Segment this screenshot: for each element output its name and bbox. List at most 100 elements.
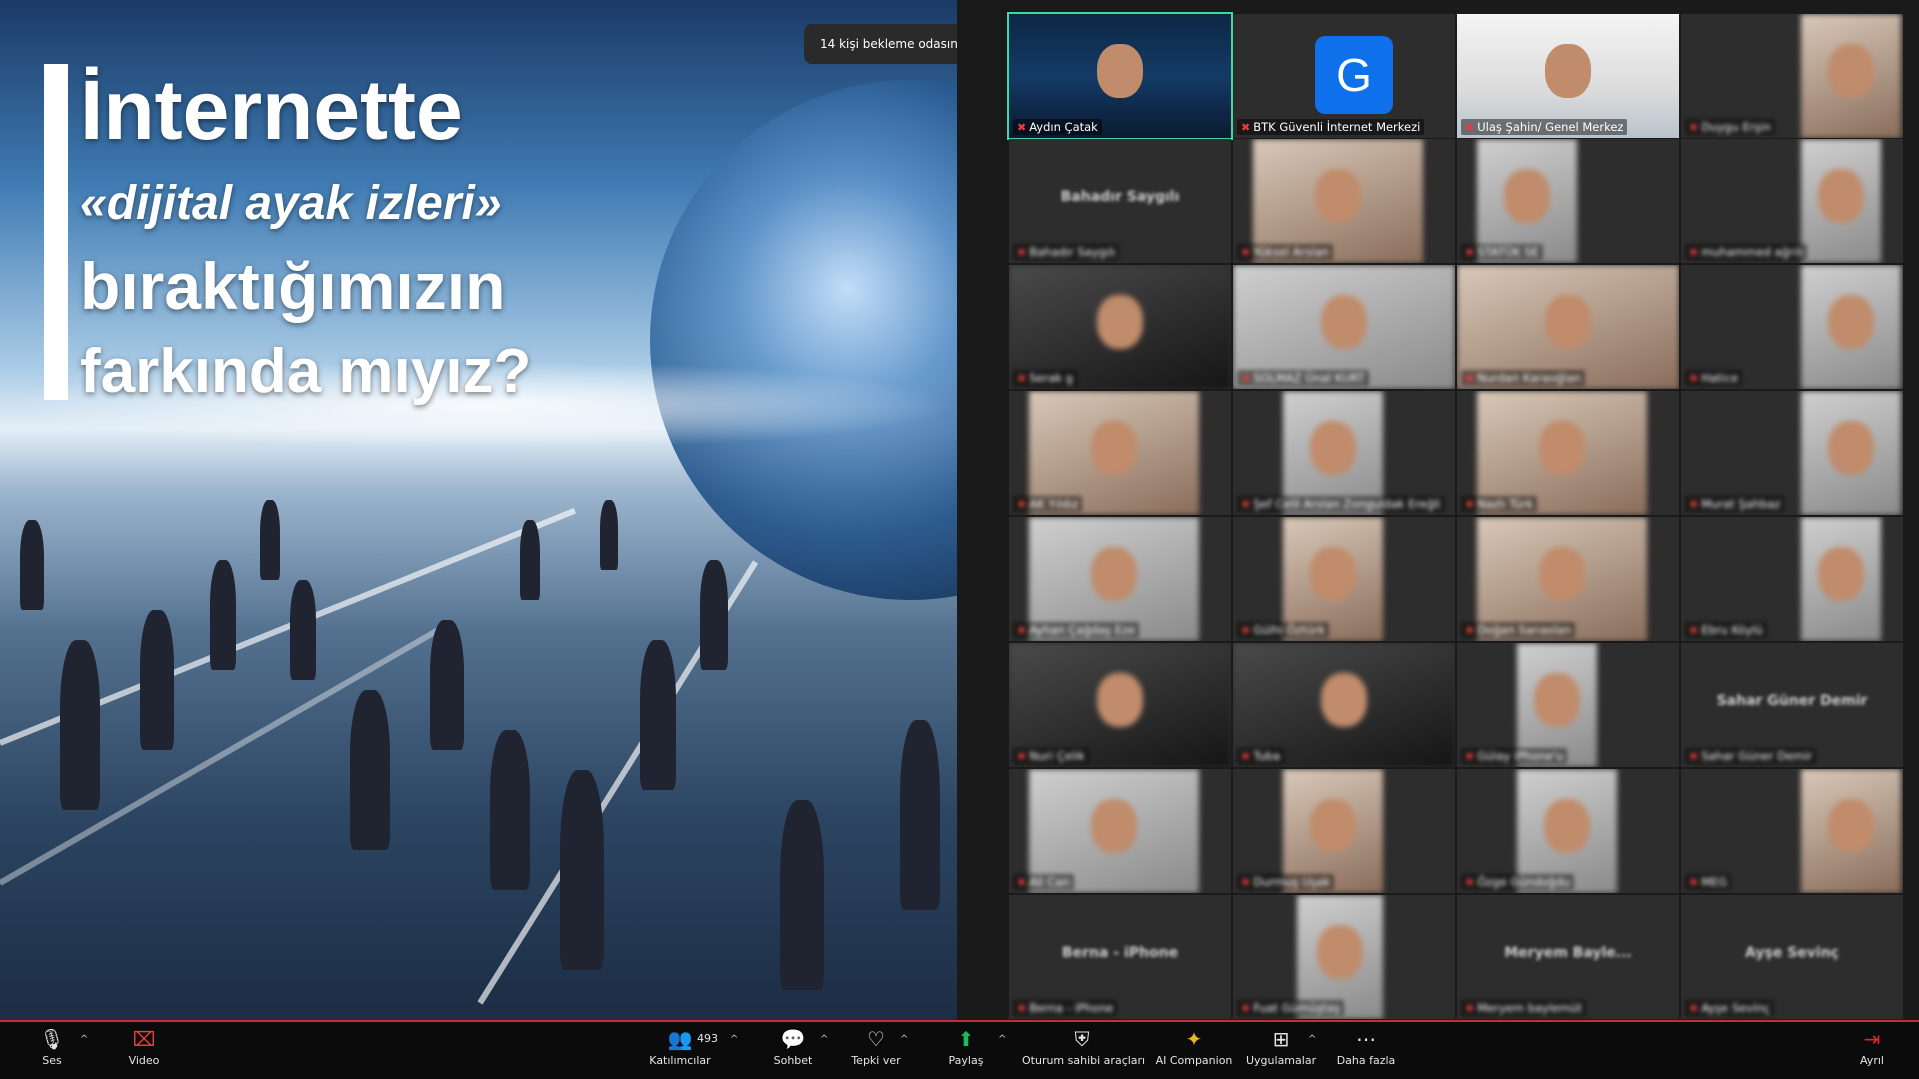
microphone-muted-icon: ✖ <box>1241 498 1251 511</box>
participant-name: ✖ Fuat Gümüştaş <box>1237 1000 1344 1016</box>
participant-face <box>1321 673 1367 727</box>
participant-tile[interactable]: Ayşe Sevinç ✖ Ayşe Sevinç <box>1681 895 1903 1019</box>
apps-options-caret-icon[interactable]: ^ <box>1308 1034 1316 1045</box>
participant-face <box>1091 547 1137 601</box>
chat-button[interactable]: 💬 Sohbet <box>770 1022 816 1079</box>
participant-name-text: Özge Gündoğdu <box>1477 875 1571 889</box>
participant-tile[interactable]: ✖ Özge Gündoğdu <box>1457 769 1679 893</box>
leave-button[interactable]: ⇥ Ayrıl <box>1852 1022 1892 1079</box>
participant-face <box>1097 44 1143 98</box>
participant-name: ✖ Aydın Çatak <box>1013 119 1102 135</box>
apps-button[interactable]: ⊞ Uygulamalar <box>1246 1022 1316 1079</box>
participant-tile[interactable]: ✖ Şef Celil Arslan Zonguldak Ereğli <box>1233 391 1455 515</box>
participant-tile[interactable]: Meryem Bayle... ✖ Meryem baylemüt <box>1457 895 1679 1019</box>
participant-tile[interactable]: ✖ Tuba <box>1233 643 1455 767</box>
participant-tile[interactable]: ✖ MEG <box>1681 769 1903 893</box>
participant-tile[interactable]: ✖ STATÜK SE <box>1457 139 1679 263</box>
microphone-muted-icon: ✖ <box>1689 1002 1699 1015</box>
gallery-view: ✖ Aydın Çatak G ✖ BTK Güvenli İnternet Merke… <box>957 0 1919 1020</box>
participant-tile[interactable]: ✖ Nuri Çelik <box>1009 643 1231 767</box>
participant-tile[interactable]: G ✖ BTK Güvenli İnternet Merkezi <box>1233 14 1455 138</box>
participant-face <box>1828 421 1874 475</box>
microphone-muted-icon: ✖ <box>1465 121 1475 134</box>
participant-face <box>1828 44 1874 98</box>
participant-name-text: Şef Celil Arslan Zonguldak Ereğli <box>1253 497 1441 511</box>
video-button[interactable]: ⌧ Video <box>124 1022 164 1079</box>
participant-tile[interactable]: ✖ muhammed ağrılı <box>1681 139 1903 263</box>
audio-options-caret-icon[interactable]: ^ <box>80 1034 88 1045</box>
participant-tile[interactable]: ✖ Serak g <box>1009 265 1231 389</box>
participant-tile[interactable]: ✖ Ayhan Çağdaş Eze <box>1009 517 1231 641</box>
participant-name: ✖ Tuba <box>1237 748 1285 764</box>
participant-name-text: Berna - iPhone <box>1029 1001 1114 1015</box>
participant-tile[interactable]: ✖ Gülhi Öztürk <box>1233 517 1455 641</box>
walking-person <box>900 720 940 910</box>
participant-tile[interactable]: ✖ Nurdan Karaoğlan <box>1457 265 1679 389</box>
walking-person <box>520 520 540 600</box>
participants-button[interactable]: 👥 Katılımcılar <box>644 1022 716 1079</box>
react-button[interactable]: ♡ Tepki ver <box>846 1022 906 1079</box>
participant-name-text: Durmuş Uşak <box>1253 875 1331 889</box>
participants-options-caret-icon[interactable]: ^ <box>730 1034 738 1045</box>
share-button[interactable]: ⬆ Paylaş <box>946 1022 986 1079</box>
microphone-muted-icon: ✖ <box>1465 372 1475 385</box>
participant-name-text: Nuri Çelik <box>1029 749 1085 763</box>
participant-name: ✖ Sahar Güner Demir <box>1685 748 1817 764</box>
participant-tile[interactable]: ✖ Hatice <box>1681 265 1903 389</box>
participant-name: ✖ BTK Güvenli İnternet Merkezi <box>1237 119 1425 135</box>
share-options-caret-icon[interactable]: ^ <box>998 1034 1006 1045</box>
participant-face <box>1310 799 1356 853</box>
ai-companion-button[interactable]: ✦ AI Companion <box>1154 1022 1234 1079</box>
audio-button[interactable]: 🎙 Ses <box>34 1022 70 1079</box>
apps-label: Uygulamalar <box>1246 1054 1317 1067</box>
participant-name-text: Ayşe Sevinç <box>1701 1001 1770 1015</box>
microphone-muted-icon: ✖ <box>1465 750 1475 763</box>
react-options-caret-icon[interactable]: ^ <box>900 1034 908 1045</box>
participant-tile[interactable]: ✖ Doğan Sarıaslan <box>1457 517 1679 641</box>
participant-tile[interactable]: ✖ Fuat Gümüştaş <box>1233 895 1455 1019</box>
slide-title-line2: «dijital ayak izleri» <box>80 177 502 230</box>
walking-person <box>560 770 604 970</box>
participant-tile[interactable]: ✖ Nazlı Türk <box>1457 391 1679 515</box>
participant-tile[interactable]: ✖ Yüksel Arslan <box>1233 139 1455 263</box>
participant-tile[interactable]: ✖ SOLMAZ Ünal KURT <box>1233 265 1455 389</box>
slide-title-line3: bıraktığımızın <box>80 249 506 323</box>
participant-video <box>1801 391 1901 515</box>
video-off-icon: ⌧ <box>132 1027 156 1051</box>
participant-name-text: Tuba <box>1253 749 1281 763</box>
participant-name: ✖ MEG <box>1685 874 1732 890</box>
host-tools-button[interactable]: ⛨ Oturum sahibi araçları <box>1022 1022 1145 1079</box>
participant-tile[interactable]: ✖ Aydın Çatak <box>1007 12 1233 140</box>
participant-face <box>1828 799 1874 853</box>
participant-face <box>1534 673 1580 727</box>
participant-name: ✖ Meryem baylemüt <box>1461 1000 1587 1016</box>
participant-face <box>1310 547 1356 601</box>
participant-tile[interactable]: ✖ Murat Şahbaz <box>1681 391 1903 515</box>
participant-name: ✖ Şef Celil Arslan Zonguldak Ereğli <box>1237 496 1445 512</box>
chat-options-caret-icon[interactable]: ^ <box>820 1034 828 1045</box>
react-label: Tepki ver <box>851 1054 901 1067</box>
walking-person <box>780 800 824 990</box>
participant-tile[interactable]: ✖ Ulaş Şahin/ Genel Merkez <box>1457 14 1679 138</box>
participant-tile[interactable]: ✖ Ali Can <box>1009 769 1231 893</box>
participant-tile[interactable]: Bahadır Saygılı ✖ Bahadır Saygılı <box>1009 139 1231 263</box>
participant-name: ✖ Serak g <box>1013 370 1077 386</box>
participant-tile[interactable]: ✖ Durmuş Uşak <box>1233 769 1455 893</box>
walking-person <box>600 500 618 570</box>
participant-name: ✖ Nurdan Karaoğlan <box>1461 370 1585 386</box>
participant-tile[interactable]: ✖ Ebru Köylü <box>1681 517 1903 641</box>
microphone-muted-icon: ✖ <box>1241 1002 1251 1015</box>
microphone-muted-icon: ✖ <box>1017 498 1027 511</box>
participant-face <box>1504 169 1550 223</box>
walking-person <box>140 610 174 750</box>
participant-name: ✖ STATÜK SE <box>1461 244 1543 260</box>
participant-tile[interactable]: ✖ AK Yıldız <box>1009 391 1231 515</box>
waiting-room-notice[interactable]: 14 kişi bekleme odasına <box>804 24 964 64</box>
more-button[interactable]: ⋯ Daha fazla <box>1336 1022 1396 1079</box>
participant-tile[interactable]: ✖ Gülay iPhone'u <box>1457 643 1679 767</box>
microphone-muted-icon: ✖ <box>1465 624 1475 637</box>
participant-tile[interactable]: Berna - iPhone ✖ Berna - iPhone <box>1009 895 1231 1019</box>
participant-tile[interactable]: ✖ Duygu Erşin <box>1681 14 1903 138</box>
participant-tile[interactable]: Sahar Güner Demir ✖ Sahar Güner Demir <box>1681 643 1903 767</box>
participant-face <box>1091 799 1137 853</box>
